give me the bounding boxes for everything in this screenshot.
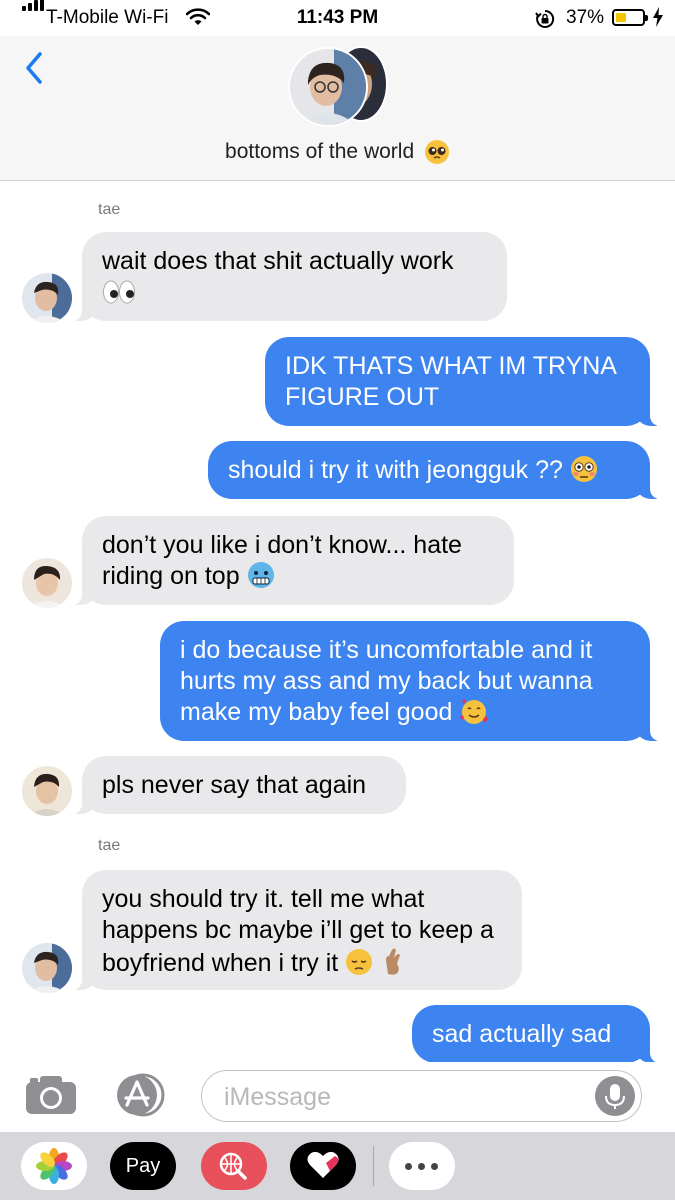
conversation-header: bottoms of the world (0, 36, 675, 181)
apple-pay-app-button[interactable]: Pay (110, 1142, 176, 1190)
battery-percent: 37% (566, 7, 605, 28)
back-chevron-icon[interactable] (18, 48, 54, 88)
sender-name: tae (98, 201, 121, 218)
heart-touch-icon (307, 1151, 339, 1178)
cold-face-emoji-icon (247, 562, 274, 588)
battery-icon (612, 9, 648, 26)
outgoing-message-bubble[interactable]: IDK THATS WHAT IM TRYNA FIGURE OUT (265, 337, 662, 426)
incoming-message-bubble[interactable]: you should try it. tell me what happens … (70, 870, 522, 990)
microphone-icon (605, 1084, 625, 1109)
charging-bolt-icon (653, 7, 663, 27)
crossed-fingers-emoji-icon (386, 948, 401, 975)
group-avatar-primary[interactable] (288, 47, 368, 127)
sender-avatar[interactable] (22, 766, 72, 816)
more-dots-icon (405, 1163, 412, 1170)
photos-icon (36, 1148, 72, 1184)
app-store-icon[interactable] (112, 1072, 172, 1118)
outgoing-message-bubble[interactable]: should i try it with jeongguk ?? (208, 441, 662, 499)
web-image-search-app-button[interactable] (201, 1142, 267, 1190)
photos-app-button[interactable] (21, 1142, 87, 1190)
sender-name: tae (98, 837, 121, 854)
message-input[interactable] (222, 1071, 586, 1123)
smiling-face-with-hearts-emoji-icon (460, 699, 489, 724)
globe-search-icon (219, 1152, 247, 1180)
app-drawer: Pay (0, 1132, 675, 1200)
outgoing-message-bubble[interactable]: i do because it’s uncomfortable and it h… (160, 621, 662, 741)
drawer-divider (373, 1146, 374, 1186)
incoming-message-bubble[interactable]: don’t you like i don’t know... hate ridi… (70, 516, 514, 605)
flushed-face-emoji-icon (570, 456, 597, 482)
status-bar: T-Mobile Wi-Fi 11:43 PM 37% (0, 0, 675, 36)
compose-bar (0, 1062, 675, 1132)
message-list[interactable]: tae wait does that shit actually work ID… (0, 181, 675, 1062)
eyes-emoji-icon (103, 280, 135, 304)
pensive-face-emoji-icon (346, 949, 373, 975)
apple-pay-label: Pay (125, 1155, 161, 1177)
more-apps-button[interactable] (389, 1142, 455, 1190)
conversation-title[interactable]: bottoms of the world (0, 139, 675, 165)
sender-avatar[interactable] (22, 558, 72, 608)
incoming-message-bubble[interactable]: wait does that shit actually work (70, 232, 507, 321)
outgoing-message-bubble[interactable]: sad actually sad (412, 1005, 662, 1062)
microphone-button[interactable] (595, 1076, 635, 1116)
pleading-face-emoji-icon (424, 140, 449, 164)
camera-icon[interactable] (24, 1074, 80, 1116)
message-input-field[interactable] (201, 1070, 642, 1123)
orientation-lock-icon (535, 9, 555, 28)
sender-avatar[interactable] (22, 273, 72, 323)
incoming-message-bubble[interactable]: pls never say that again (70, 756, 406, 814)
sender-avatar[interactable] (22, 943, 72, 993)
digital-touch-app-button[interactable] (290, 1142, 356, 1190)
